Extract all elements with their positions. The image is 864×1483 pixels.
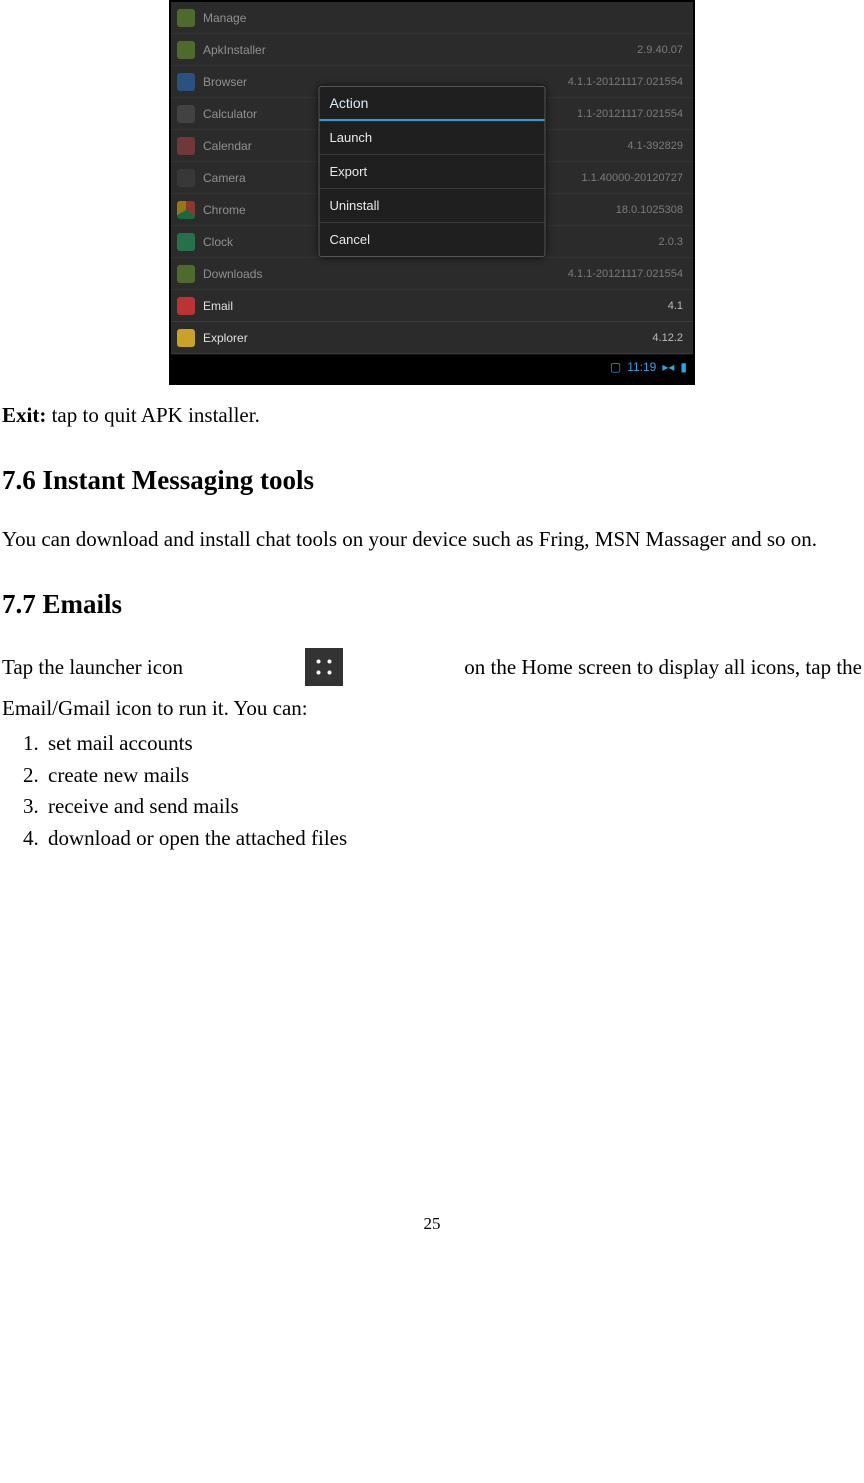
text-after-icon: on the Home screen to display all icons,… [464, 651, 862, 684]
app-version: 4.1-392829 [627, 140, 683, 152]
app-row[interactable]: Downloads4.1.1-20121117.021554 [171, 258, 693, 290]
dialog-title: Action [320, 87, 545, 121]
app-version: 4.12.2 [652, 332, 683, 344]
app-row[interactable]: Manage [171, 2, 693, 34]
app-icon [177, 329, 195, 347]
device-screen: ManageApkInstaller2.9.40.07Browser4.1.1-… [171, 2, 693, 383]
exit-label: Exit: [2, 403, 46, 427]
android-screenshot: ManageApkInstaller2.9.40.07Browser4.1.1-… [169, 0, 695, 385]
nav-bar [171, 379, 693, 383]
app-label: Downloads [203, 267, 568, 281]
page-number: 25 [0, 1214, 864, 1234]
wifi-icon: ▸◂ [662, 360, 674, 374]
heading-7-7: 7.7 Emails [2, 584, 862, 626]
app-version: 4.1.1-20121117.021554 [568, 268, 683, 280]
para-7-6: You can download and install chat tools … [2, 523, 862, 556]
app-version: 18.0.1025308 [616, 204, 683, 216]
launcher-icon [305, 648, 343, 686]
app-version: 2.9.40.07 [637, 44, 683, 56]
text-before-icon: Tap the launcher icon [2, 651, 183, 684]
app-version: 2.0.3 [659, 236, 683, 248]
battery-icon: ▮ [680, 360, 687, 374]
app-icon [177, 137, 195, 155]
app-label: ApkInstaller [203, 43, 637, 57]
app-row[interactable]: Email4.1 [171, 290, 693, 322]
dialog-item-cancel[interactable]: Cancel [320, 223, 545, 256]
app-icon [177, 41, 195, 59]
app-row[interactable]: ApkInstaller2.9.40.07 [171, 34, 693, 66]
status-bar: ▢ 11:19 ▸◂ ▮ [171, 354, 693, 379]
app-version: 1.1-20121117.021554 [577, 108, 683, 120]
para-7-7-line2: Email/Gmail icon to run it. You can: [2, 692, 862, 725]
app-icon [177, 9, 195, 27]
para-7-7-line1: Tap the launcher icon on the Home screen… [2, 648, 862, 686]
dialog-item-launch[interactable]: Launch [320, 121, 545, 155]
app-label: Email [203, 299, 668, 313]
app-version: 4.1 [668, 300, 683, 312]
email-numbered-list: set mail accountscreate new mailsreceive… [2, 728, 862, 854]
app-icon [177, 233, 195, 251]
app-row[interactable]: Explorer4.12.2 [171, 322, 693, 354]
app-label: Explorer [203, 331, 652, 345]
app-label: Manage [203, 11, 683, 25]
app-icon [177, 73, 195, 91]
app-icon [177, 105, 195, 123]
exit-line: Exit: tap to quit APK installer. [2, 399, 862, 432]
app-icon [177, 201, 195, 219]
app-icon [177, 297, 195, 315]
list-item: create new mails [44, 760, 862, 792]
list-item: set mail accounts [44, 728, 862, 760]
app-icon [177, 265, 195, 283]
list-item: download or open the attached files [44, 823, 862, 855]
clock-time: 11:19 [627, 360, 656, 374]
app-version: 1.1.40000-20120727 [581, 172, 683, 184]
sd-icon: ▢ [610, 360, 621, 374]
action-dialog: Action LaunchExportUninstallCancel [319, 86, 546, 257]
app-icon [177, 169, 195, 187]
list-item: receive and send mails [44, 791, 862, 823]
dialog-item-export[interactable]: Export [320, 155, 545, 189]
dialog-item-uninstall[interactable]: Uninstall [320, 189, 545, 223]
heading-7-6: 7.6 Instant Messaging tools [2, 460, 862, 502]
app-version: 4.1.1-20121117.021554 [568, 76, 683, 88]
exit-text: tap to quit APK installer. [46, 403, 260, 427]
